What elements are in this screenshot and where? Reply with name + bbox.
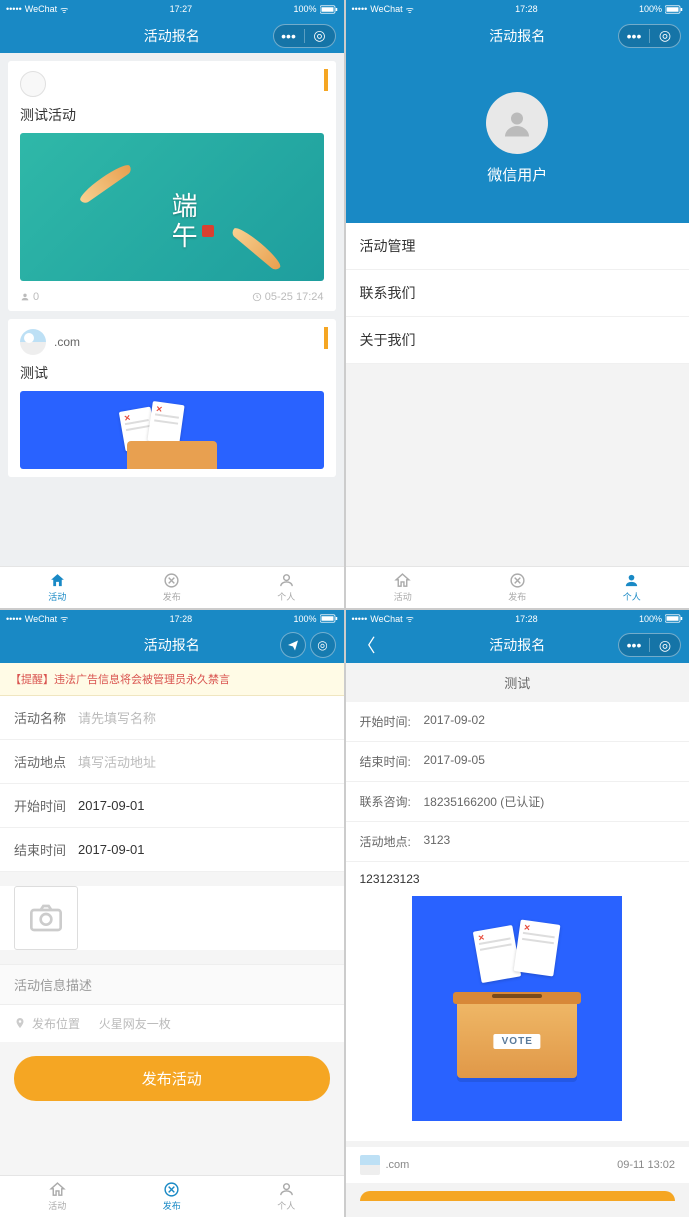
tab-profile[interactable]: 个人 (229, 567, 344, 608)
status-bar: WeChatᯤ 17:28 100% (346, 610, 689, 628)
header: 活动报名 ◎ (0, 628, 344, 663)
page-title: 活动报名 (489, 26, 545, 46)
avatar (360, 1155, 380, 1175)
status-bar: WeChatᯤ 17:28 100% (346, 0, 689, 18)
capsule: ••• ◎ (618, 24, 681, 48)
tab-publish[interactable]: 发布 (115, 1176, 230, 1217)
tabbar: 活动 发布 个人 (346, 566, 689, 608)
post-time: 09-11 13:02 (617, 1159, 675, 1171)
location-row[interactable]: 发布位置 火星网友一枚 (0, 1005, 344, 1042)
detail-image: ✕✕ VOTE (412, 896, 622, 1121)
card-title: 测试活动 (20, 105, 324, 125)
menu-icon[interactable]: ••• (619, 633, 649, 657)
avatar (20, 71, 46, 97)
close-icon[interactable]: ◎ (650, 24, 680, 48)
activity-card[interactable]: .com 测试 ✕✕ (8, 319, 336, 477)
menu-item-manage[interactable]: 活动管理 (346, 223, 689, 270)
tag-bar (324, 327, 328, 349)
tab-activity[interactable]: 活动 (346, 567, 461, 608)
field-name[interactable]: 活动名称请先填写名称 (0, 696, 344, 740)
publish-button[interactable]: 发布活动 (14, 1056, 330, 1101)
capsule: ••• ◎ (273, 24, 336, 48)
card-title: 测试 (20, 363, 324, 383)
status-bar: WeChatᯤ 17:28 100% (0, 610, 344, 628)
profile-header: 微信用户 (346, 53, 689, 223)
author-row: .com 09-11 13:02 (346, 1147, 689, 1183)
header: 活动报名 ••• ◎ (0, 18, 344, 53)
pin-icon (14, 1017, 26, 1029)
author-name: .com (386, 1159, 410, 1171)
avatar (20, 329, 46, 355)
send-icon[interactable] (280, 632, 306, 658)
tabbar: 活动 发布 个人 (0, 566, 344, 608)
tab-profile[interactable]: 个人 (229, 1176, 344, 1217)
header: 活动报名 ••• ◎ (346, 18, 689, 53)
card-image: 端午 (20, 133, 324, 281)
field-end-time[interactable]: 结束时间2017-09-01 (0, 828, 344, 872)
back-button[interactable]: 〈 (354, 632, 380, 658)
menu-item-about[interactable]: 关于我们 (346, 317, 689, 364)
warning-notice: 【提醒】违法广告信息将会被管理员永久禁言 (0, 663, 344, 696)
action-button[interactable] (360, 1191, 676, 1201)
status-time: 17:28 (515, 4, 538, 14)
description-label[interactable]: 活动信息描述 (0, 964, 344, 1005)
close-icon[interactable]: ◎ (650, 633, 680, 657)
field-address[interactable]: 活动地点填写活动地址 (0, 740, 344, 784)
menu-icon[interactable]: ••• (274, 24, 304, 48)
tab-activity[interactable]: 活动 (0, 1176, 115, 1217)
page-title: 活动报名 (144, 26, 200, 46)
author-name: .com (54, 335, 80, 349)
avatar[interactable] (486, 92, 548, 154)
activity-card[interactable]: 测试活动 端午 0 05-25 17:24 (8, 61, 336, 311)
tab-publish[interactable]: 发布 (115, 567, 230, 608)
row-contact: 联系咨询:18235166200 (已认证) (346, 782, 689, 822)
card-image: ✕✕ (20, 391, 324, 469)
time-stamp: 05-25 17:24 (252, 291, 324, 303)
target-icon[interactable]: ◎ (310, 632, 336, 658)
row-start-time: 开始时间:2017-09-02 (346, 702, 689, 742)
tab-profile[interactable]: 个人 (575, 567, 689, 608)
status-time: 17:28 (170, 614, 193, 624)
tab-publish[interactable]: 发布 (460, 567, 575, 608)
tag-bar (324, 69, 328, 91)
header: 〈 活动报名 ••• ◎ (346, 628, 689, 663)
page-title: 活动报名 (144, 635, 200, 655)
row-address: 活动地点:3123 (346, 822, 689, 862)
detail-title: 测试 (346, 663, 689, 702)
status-time: 17:28 (515, 614, 538, 624)
username: 微信用户 (487, 164, 547, 185)
row-end-time: 结束时间:2017-09-05 (346, 742, 689, 782)
tab-activity[interactable]: 活动 (0, 567, 115, 608)
tabbar: 活动 发布 个人 (0, 1175, 344, 1217)
status-time: 17:27 (170, 4, 193, 14)
capsule: ••• ◎ (618, 633, 681, 657)
menu-item-contact[interactable]: 联系我们 (346, 270, 689, 317)
close-icon[interactable]: ◎ (305, 24, 335, 48)
menu-icon[interactable]: ••• (619, 24, 649, 48)
detail-body: 123123123 ✕✕ VOTE (346, 862, 689, 1141)
status-bar: WeChatᯤ 17:27 100% (0, 0, 344, 18)
page-title: 活动报名 (489, 635, 545, 655)
field-start-time[interactable]: 开始时间2017-09-01 (0, 784, 344, 828)
upload-image-button[interactable] (14, 886, 78, 950)
people-count: 0 (20, 291, 39, 303)
